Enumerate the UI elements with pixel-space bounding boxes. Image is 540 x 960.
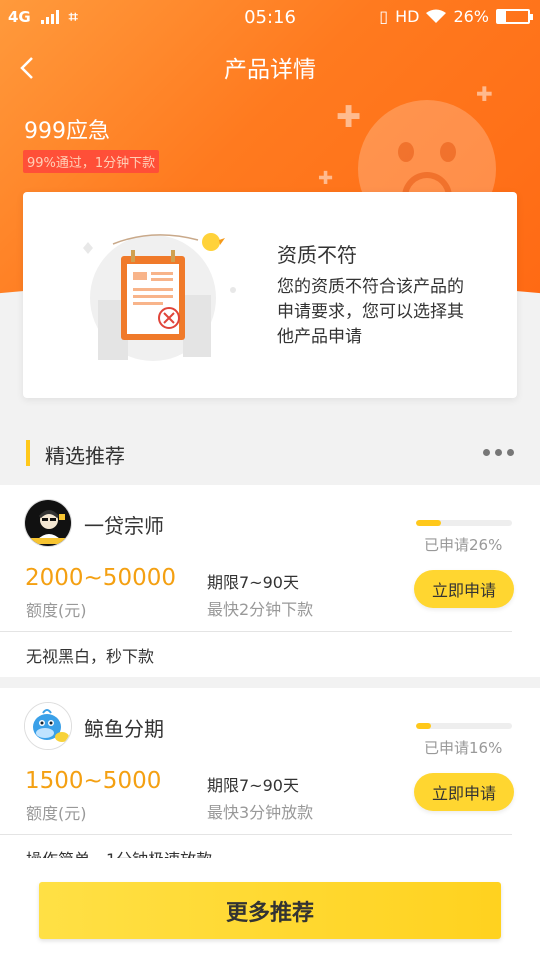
battery-fill — [498, 11, 506, 22]
section-accent-bar — [26, 440, 30, 466]
loan-speed: 最快3分钟放款 — [207, 803, 314, 822]
loan-note: 操作简单，1分钟极速放款 — [26, 846, 212, 858]
result-title: 资质不符 — [277, 243, 357, 267]
apply-button[interactable]: 立即申请 — [414, 773, 514, 811]
battery-percent: 26% — [453, 7, 489, 26]
plus-decoration: ✚ — [336, 100, 362, 135]
applied-progress-bar — [416, 520, 512, 526]
more-options-icon[interactable] — [483, 444, 514, 456]
applied-progress-fill — [416, 723, 432, 729]
loan-amount-label: 额度(元) — [26, 804, 87, 823]
divider — [0, 834, 512, 835]
loan-term: 期限7~90天 — [207, 776, 299, 795]
product-name: 999应急 — [24, 119, 110, 144]
loan-note: 无视黑白，秒下款 — [26, 647, 155, 666]
bottom-bar: 更多推荐 — [0, 858, 540, 960]
applied-progress-bar — [416, 723, 512, 729]
applied-progress-fill — [416, 520, 441, 526]
product-badge: 99%通过，1分钟下款 — [23, 150, 160, 173]
battery-icon — [496, 9, 533, 24]
hd-label: HD — [395, 7, 420, 26]
divider — [0, 631, 512, 632]
recommend-section-header: 精选推荐 — [0, 430, 540, 474]
eligibility-result-card: 资质不符 您的资质不符合该产品的申请要求，您可以选择其他产品申请 — [23, 192, 517, 398]
loan-term: 期限7~90天 — [207, 573, 299, 592]
apply-button[interactable]: 立即申请 — [414, 570, 514, 608]
plus-decoration: ✚ — [318, 168, 334, 189]
loan-logo — [24, 499, 72, 547]
navigation-bar: 产品详情 — [0, 44, 540, 88]
loan-card[interactable]: 一贷宗师 已申请26% 2000~50000 额度(元) 期限7~90天 最快2… — [0, 485, 540, 677]
loan-card[interactable]: 鲸鱼分期 已申请16% 1500~5000 额度(元) 期限7~90天 最快3分… — [0, 688, 540, 858]
applied-label: 已申请16% — [424, 739, 503, 757]
result-description: 您的资质不符合该产品的申请要求，您可以选择其他产品申请 — [277, 277, 464, 347]
loan-amount: 2000~50000 — [25, 565, 176, 591]
loan-speed: 最快2分钟下款 — [207, 600, 314, 619]
applied-label: 已申请26% — [424, 536, 503, 554]
loan-name: 一贷宗师 — [84, 514, 164, 538]
page-title: 产品详情 — [224, 57, 316, 83]
rejected-document-illustration — [83, 233, 236, 361]
loan-amount: 1500~5000 — [25, 768, 162, 794]
wifi-icon — [426, 9, 447, 23]
status-bar: 4G ⌗ 05:16 ▯ HD 26% — [0, 0, 540, 34]
loan-amount-label: 额度(元) — [26, 601, 87, 620]
loan-name: 鲸鱼分期 — [84, 717, 164, 741]
section-title: 精选推荐 — [45, 444, 125, 468]
vibrate-icon: ▯ — [379, 7, 389, 26]
loan-logo — [24, 702, 72, 750]
more-recommendations-button[interactable]: 更多推荐 — [39, 882, 501, 939]
